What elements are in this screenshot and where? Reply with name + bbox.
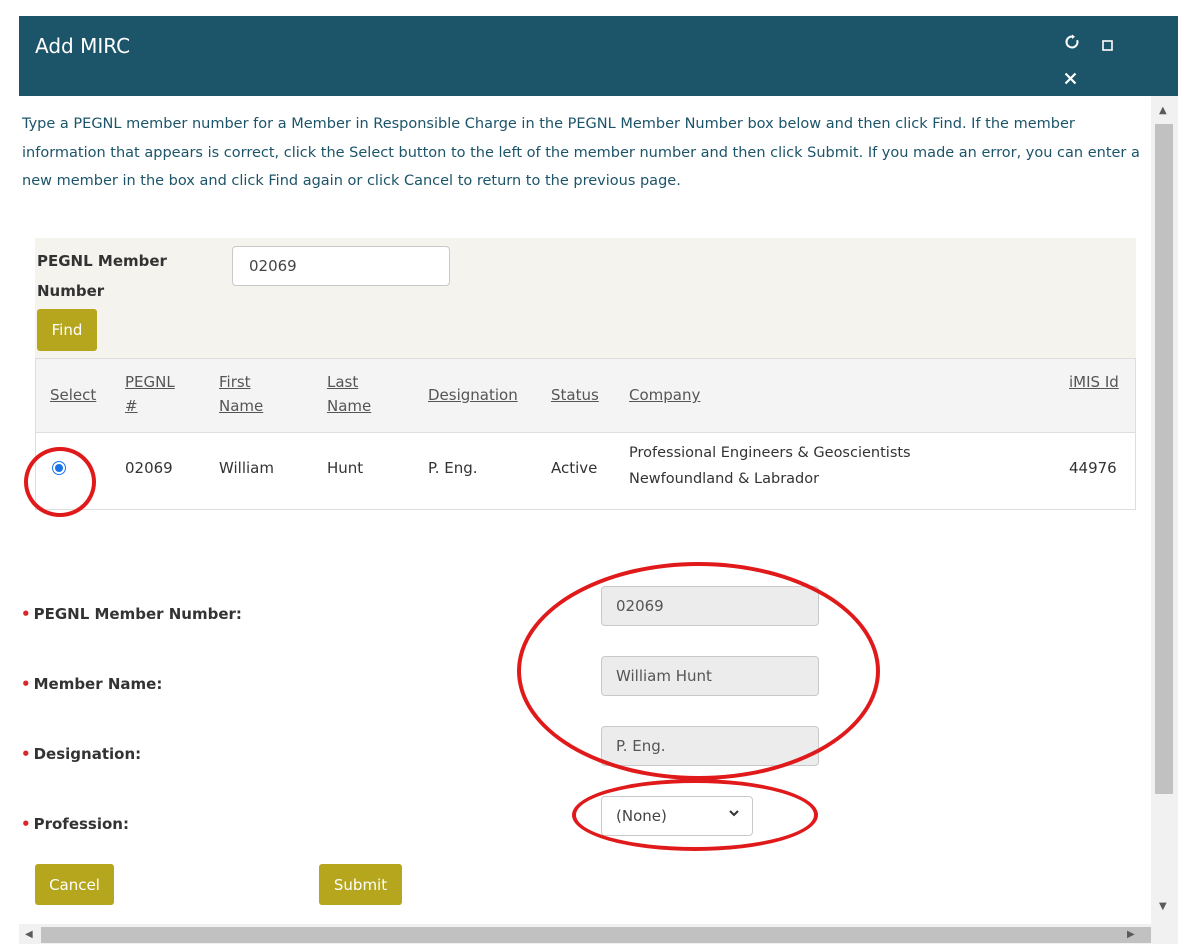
member-number-search-input[interactable] bbox=[232, 246, 450, 286]
column-header-select[interactable]: Select bbox=[50, 383, 96, 407]
profession-field-label: • Profession: bbox=[21, 815, 129, 833]
required-marker: • bbox=[21, 675, 31, 693]
column-header-pegnl[interactable]: PEGNL # bbox=[125, 370, 175, 418]
scroll-left-arrow-icon[interactable]: ◀ bbox=[25, 930, 33, 940]
member-number-field-label: • PEGNL Member Number: bbox=[21, 605, 242, 623]
background-page-edge bbox=[0, 0, 20, 944]
profession-select-value: (None) bbox=[616, 807, 667, 825]
cancel-button[interactable]: Cancel bbox=[35, 864, 114, 905]
column-header-designation[interactable]: Designation bbox=[428, 383, 518, 407]
submit-button[interactable]: Submit bbox=[319, 864, 402, 905]
column-header-imis-id[interactable]: iMIS Id bbox=[1069, 370, 1119, 394]
search-panel: PEGNL Member Number Find bbox=[35, 238, 1136, 360]
column-header-first-name[interactable]: First Name bbox=[219, 370, 269, 418]
horizontal-scrollbar-thumb[interactable] bbox=[41, 927, 1151, 943]
member-name-field-label: • Member Name: bbox=[21, 675, 163, 693]
cell-designation: P. Eng. bbox=[428, 459, 478, 477]
cell-status: Active bbox=[551, 459, 598, 477]
cell-last-name: Hunt bbox=[327, 459, 364, 477]
scroll-right-arrow-icon[interactable]: ▶ bbox=[1127, 930, 1135, 940]
column-header-last-name[interactable]: Last Name bbox=[327, 370, 377, 418]
scroll-down-arrow-icon[interactable]: ▼ bbox=[1159, 902, 1167, 912]
column-header-status[interactable]: Status bbox=[551, 383, 599, 407]
member-number-field: 02069 bbox=[601, 586, 819, 626]
refresh-icon[interactable] bbox=[1064, 34, 1080, 53]
add-mirc-dialog: Add MIRC Type a PEGNL member number for … bbox=[19, 16, 1178, 944]
maximize-icon[interactable] bbox=[1102, 38, 1113, 54]
instructions-text: Type a PEGNL member number for a Member … bbox=[22, 116, 1140, 189]
required-marker: • bbox=[21, 745, 31, 763]
select-radio[interactable] bbox=[52, 461, 66, 475]
cell-pegnl: 02069 bbox=[125, 459, 173, 477]
vertical-scrollbar-thumb[interactable] bbox=[1155, 124, 1173, 794]
scroll-up-arrow-icon[interactable]: ▲ bbox=[1159, 106, 1167, 116]
profession-select[interactable]: (None) bbox=[601, 796, 753, 836]
designation-field-label: • Designation: bbox=[21, 745, 142, 763]
chevron-down-icon bbox=[728, 807, 740, 823]
results-table: Select PEGNL # First Name Last Name Desi… bbox=[35, 358, 1136, 510]
close-icon[interactable] bbox=[1064, 72, 1077, 88]
dialog-title: Add MIRC bbox=[35, 34, 131, 58]
cell-imis-id: 44976 bbox=[1069, 459, 1117, 477]
cell-company: Professional Engineers & Geoscientists N… bbox=[629, 445, 911, 487]
cell-first-name: William bbox=[219, 459, 274, 477]
designation-field: P. Eng. bbox=[601, 726, 819, 766]
results-table-header: Select PEGNL # First Name Last Name Desi… bbox=[36, 359, 1135, 433]
required-marker: • bbox=[21, 815, 31, 833]
member-number-search-label: PEGNL Member Number bbox=[37, 252, 167, 300]
required-marker: • bbox=[21, 605, 31, 623]
dialog-titlebar: Add MIRC bbox=[19, 16, 1178, 96]
member-name-field: William Hunt bbox=[601, 656, 819, 696]
dialog-content: Type a PEGNL member number for a Member … bbox=[19, 96, 1151, 924]
column-header-company[interactable]: Company bbox=[629, 383, 700, 407]
find-button[interactable]: Find bbox=[37, 309, 97, 351]
